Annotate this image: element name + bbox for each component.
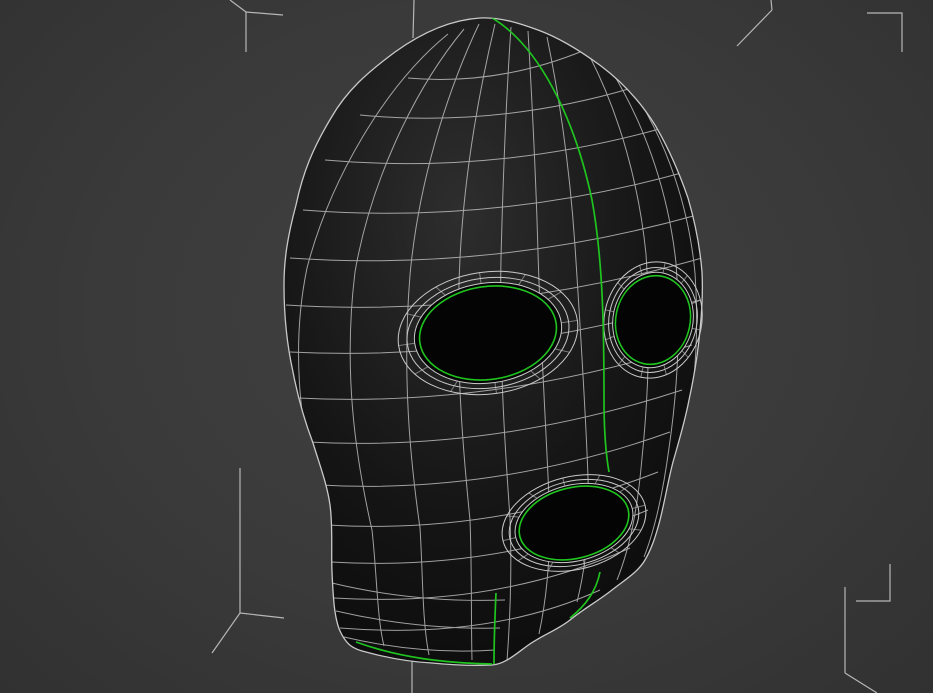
bounding-box-bracket (412, 0, 415, 39)
head-mesh[interactable] (283, 16, 713, 667)
bounding-box-bracket (211, 612, 241, 654)
bounding-box-bracket (856, 564, 891, 602)
bounding-box-bracket (736, 9, 773, 47)
bounding-box-bracket (844, 672, 878, 693)
bounding-box-bracket (770, 0, 773, 11)
wireframe-scene (211, 0, 903, 693)
bounding-box-bracket (239, 612, 285, 619)
bounding-box-bracket (867, 12, 903, 52)
bounding-box-bracket (245, 11, 284, 52)
bounding-box-bracket (229, 0, 247, 13)
viewport-3d[interactable] (0, 0, 933, 693)
